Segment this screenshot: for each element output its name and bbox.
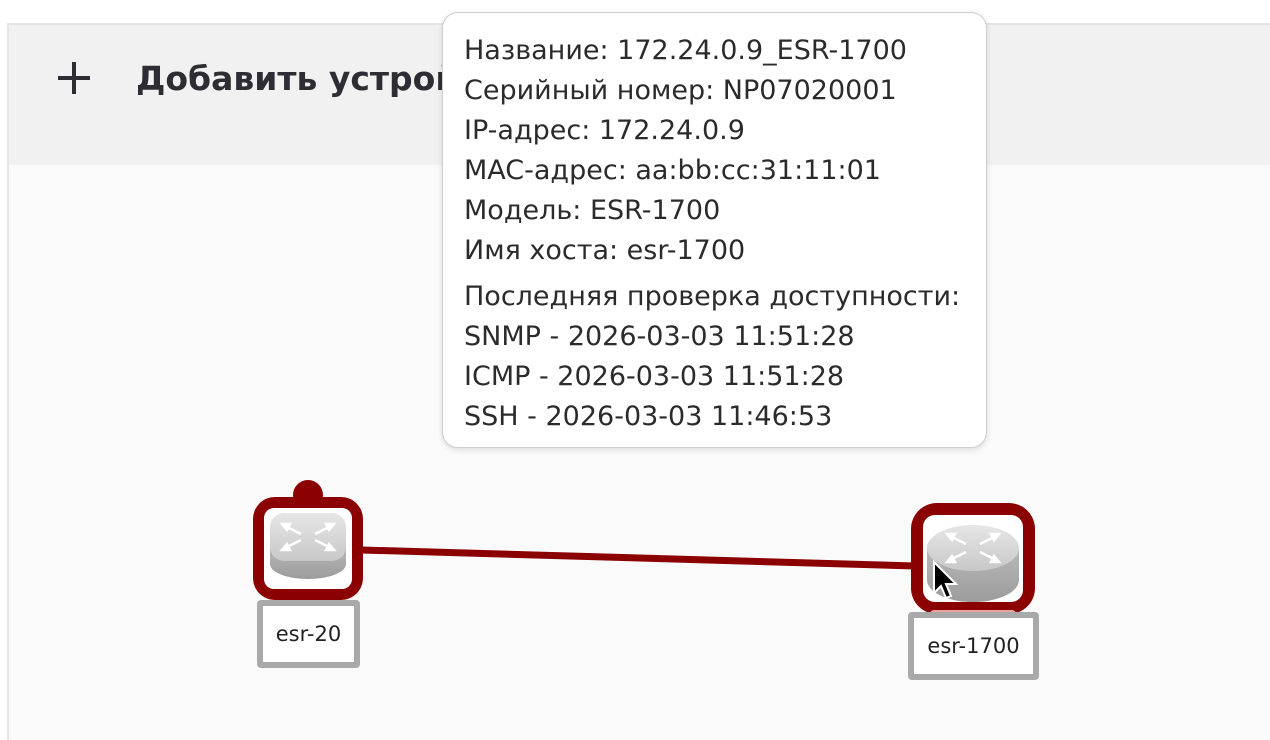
- device-label-esr-20[interactable]: esr-20: [257, 600, 360, 668]
- tooltip-model: Модель: ESR-1700: [464, 195, 721, 226]
- tooltip-hostname: Имя хоста: esr-1700: [464, 235, 746, 266]
- device-label-esr-1700[interactable]: esr-1700: [908, 612, 1039, 680]
- tooltip-snmp: SNMP - 2026-03-03 11:51:28: [464, 321, 855, 352]
- device-tooltip: Название: 172.24.0.9_ESR-1700 Серийный н…: [442, 12, 987, 448]
- tooltip-ip: IP-адрес: 172.24.0.9: [464, 115, 745, 146]
- router-icon: [927, 525, 1019, 602]
- device-node-esr-20[interactable]: [253, 480, 363, 600]
- router-icon: [270, 513, 346, 579]
- tooltip-icmp: ICMP - 2026-03-03 11:51:28: [464, 361, 845, 392]
- tooltip-last-check-title: Последняя проверка доступности:: [464, 281, 961, 312]
- tooltip-serial: Серийный номер: NP07020001: [464, 75, 897, 106]
- device-node-esr-1700[interactable]: [911, 503, 1035, 618]
- tooltip-mac: MAC-адрес: aa:bb:cc:31:11:01: [464, 155, 881, 186]
- network-link[interactable]: [361, 546, 916, 570]
- tooltip-ssh: SSH - 2026-03-03 11:46:53: [464, 401, 833, 432]
- tooltip-name: Название: 172.24.0.9_ESR-1700: [464, 35, 907, 66]
